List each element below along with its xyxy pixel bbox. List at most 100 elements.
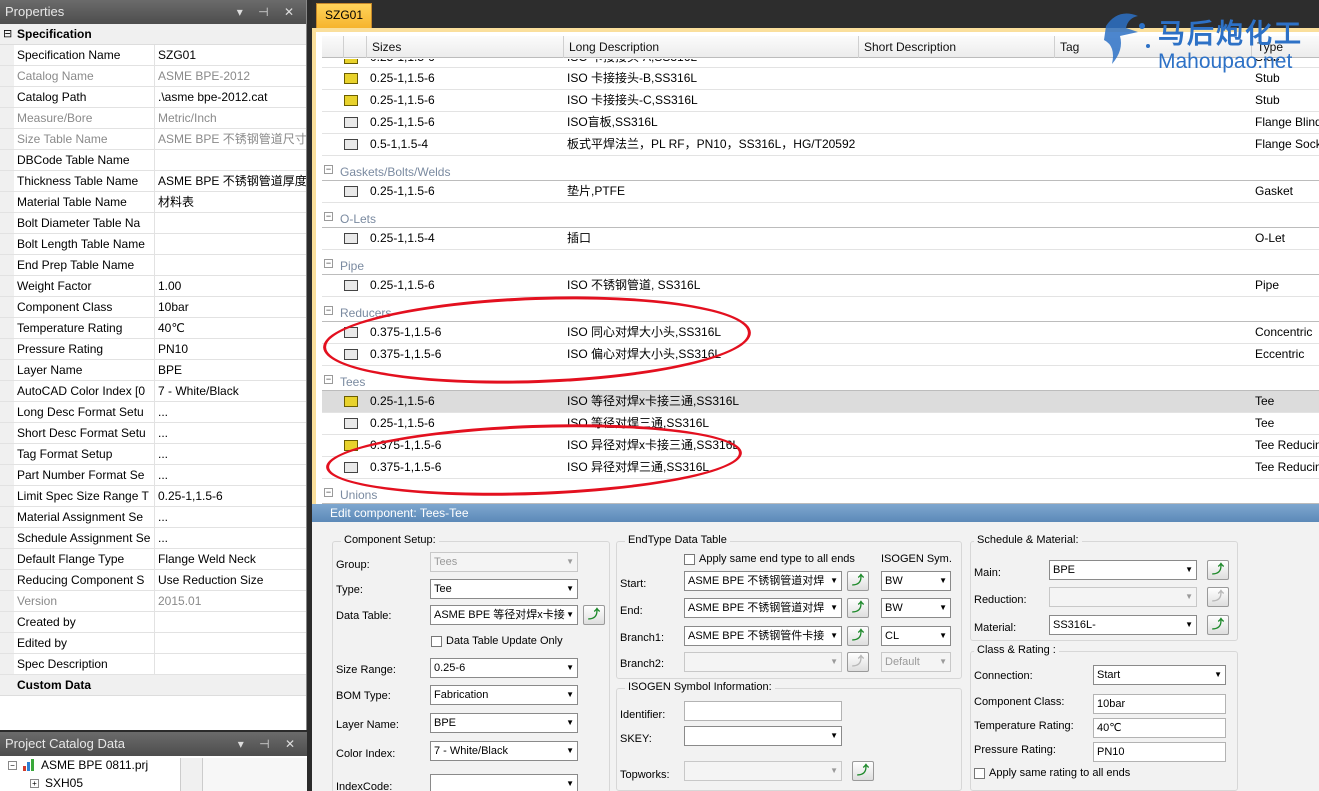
reduction-edit-button[interactable]: ⤴	[1207, 587, 1229, 607]
bom-type-select[interactable]: Fabrication ▼	[430, 685, 578, 705]
property-value[interactable]: 0.25-1,1.5-6	[155, 486, 306, 506]
header-check[interactable]	[322, 36, 344, 58]
property-row[interactable]: Schedule Assignment Se...	[0, 528, 306, 549]
expand-icon[interactable]: +	[30, 778, 39, 788]
property-value[interactable]: 2015.01	[155, 591, 306, 611]
group-header[interactable]: − Pipe	[322, 250, 1319, 275]
branch2-select[interactable]: ▼	[684, 652, 842, 672]
property-row[interactable]: Default Flange Type Flange Weld Neck	[0, 549, 306, 570]
group-header[interactable]: − Reducers	[322, 297, 1319, 322]
category-specification[interactable]: ⊟ Specification	[0, 24, 306, 45]
property-row[interactable]: Long Desc Format Setu...	[0, 402, 306, 423]
branch2-edit-button[interactable]: ⤴	[847, 652, 869, 672]
property-row[interactable]: Weight Factor 1.00	[0, 276, 306, 297]
property-row[interactable]: Short Desc Format Setu...	[0, 423, 306, 444]
tab-szg01[interactable]: SZG01	[316, 3, 372, 28]
table-row[interactable]: 0.25-1,1.5-6 ISO 等径对焊x卡接三通,SS316L Tee	[322, 391, 1319, 413]
property-row[interactable]: Catalog Name ASME BPE-2012	[0, 66, 306, 87]
topworks-select[interactable]: ▼	[684, 761, 842, 781]
property-row[interactable]: Specification Name SZG01	[0, 45, 306, 66]
property-value[interactable]: .\asme bpe-2012.cat	[155, 87, 306, 107]
property-value[interactable]: 7 - White/Black	[155, 381, 306, 401]
property-row[interactable]: Catalog Path .\asme bpe-2012.cat	[0, 87, 306, 108]
end-sym-select[interactable]: BW ▼	[881, 598, 951, 618]
property-value[interactable]: 材料表	[155, 192, 306, 212]
property-value[interactable]: ASME BPE 不锈钢管道尺寸	[155, 129, 306, 149]
property-value[interactable]: 40℃	[155, 318, 306, 338]
end-edit-button[interactable]: ⤴	[847, 598, 869, 618]
property-row[interactable]: AutoCAD Color Index [0 7 - White/Black	[0, 381, 306, 402]
reduction-select[interactable]: ▼	[1049, 587, 1197, 607]
type-select[interactable]: Tee ▼	[430, 579, 578, 599]
data-table-select[interactable]: ASME BPE 等径对焊x卡接 ▼	[430, 605, 578, 625]
end-select[interactable]: ASME BPE 不锈钢管道对焊 ▼	[684, 598, 842, 618]
header-sizes[interactable]: Sizes	[367, 36, 564, 58]
property-value[interactable]	[155, 633, 306, 653]
property-value[interactable]: BPE	[155, 360, 306, 380]
indexcode-select[interactable]: ▼	[430, 774, 578, 791]
material-select[interactable]: SS316L- ▼	[1049, 615, 1197, 635]
data-table-edit-button[interactable]: ⤴	[583, 605, 605, 625]
start-sym-select[interactable]: BW ▼	[881, 571, 951, 591]
header-long-description[interactable]: Long Description	[564, 36, 859, 58]
data-table-update-only-checkbox[interactable]	[431, 636, 442, 647]
property-row[interactable]: Material Assignment Se...	[0, 507, 306, 528]
property-row[interactable]: Layer Name BPE	[0, 360, 306, 381]
same-end-type-checkbox[interactable]	[684, 554, 695, 565]
skey-select[interactable]: ▼	[684, 726, 842, 746]
table-row[interactable]: 0.25-1,1.5-6 ISO 等径对焊三通,SS316L Tee	[322, 413, 1319, 435]
collapse-icon[interactable]: −	[324, 165, 333, 174]
property-value[interactable]: ASME BPE 不锈钢管道厚度	[155, 171, 306, 191]
header-short-description[interactable]: Short Description	[859, 36, 1055, 58]
property-value[interactable]	[155, 150, 306, 170]
property-value[interactable]: PN10	[155, 339, 306, 359]
property-value[interactable]: SZG01	[155, 45, 306, 65]
group-header[interactable]: − Unions	[322, 479, 1319, 504]
branch1-edit-button[interactable]: ⤴	[847, 626, 869, 646]
property-row[interactable]: Spec Description	[0, 654, 306, 675]
temperature-rating-input[interactable]: 40℃	[1093, 718, 1226, 738]
collapse-icon[interactable]: ⊟	[3, 24, 12, 45]
property-row[interactable]: Bolt Diameter Table Na	[0, 213, 306, 234]
branch1-select[interactable]: ASME BPE 不锈钢管件卡接 ▼	[684, 626, 842, 646]
property-row[interactable]: Edited by	[0, 633, 306, 654]
branch2-sym-select[interactable]: Default ▼	[881, 652, 951, 672]
property-value[interactable]: ...	[155, 423, 306, 443]
category-custom-data[interactable]: Custom Data	[0, 675, 306, 696]
group-header[interactable]: − Gaskets/Bolts/Welds	[322, 156, 1319, 181]
size-range-select[interactable]: 0.25-6 ▼	[430, 658, 578, 678]
property-value[interactable]	[155, 255, 306, 275]
property-value[interactable]: ...	[155, 465, 306, 485]
layer-name-select[interactable]: BPE ▼	[430, 713, 578, 733]
property-value[interactable]: ...	[155, 402, 306, 422]
property-row[interactable]: Part Number Format Se...	[0, 465, 306, 486]
property-value[interactable]: ...	[155, 444, 306, 464]
property-row[interactable]: DBCode Table Name	[0, 150, 306, 171]
start-edit-button[interactable]: ⤴	[847, 571, 869, 591]
collapse-icon[interactable]: −	[324, 212, 333, 221]
property-value[interactable]: Flange Weld Neck	[155, 549, 306, 569]
connection-select[interactable]: Start ▼	[1093, 665, 1226, 685]
table-row[interactable]: 0.25-1,1.5-4 插口 O-Let	[322, 228, 1319, 250]
property-value[interactable]: Use Reduction Size	[155, 570, 306, 590]
branch1-sym-select[interactable]: CL ▼	[881, 626, 951, 646]
table-row[interactable]: 0.375-1,1.5-6 ISO 偏心对焊大小头,SS316L Eccentric	[322, 344, 1319, 366]
property-value[interactable]	[155, 654, 306, 674]
main-select[interactable]: BPE ▼	[1049, 560, 1197, 580]
property-row[interactable]: Version 2015.01	[0, 591, 306, 612]
table-row[interactable]: 0.25-1,1.5-6 ISO盲板,SS316L Flange Blind	[322, 112, 1319, 134]
color-index-select[interactable]: 7 - White/Black ▼	[430, 741, 578, 761]
collapse-icon[interactable]: −	[324, 259, 333, 268]
main-edit-button[interactable]: ⤴	[1207, 560, 1229, 580]
header-icon[interactable]	[344, 36, 367, 58]
property-row[interactable]: Measure/Bore Metric/Inch	[0, 108, 306, 129]
start-select[interactable]: ASME BPE 不锈钢管道对焊 ▼	[684, 571, 842, 591]
scroll-area[interactable]	[180, 758, 202, 791]
group-header[interactable]: − O-Lets	[322, 203, 1319, 228]
group-select[interactable]: Tees ▼	[430, 552, 578, 572]
collapse-icon[interactable]: −	[324, 375, 333, 384]
component-class-input[interactable]: 10bar	[1093, 694, 1226, 714]
table-row[interactable]: 0.375-1,1.5-6 ISO 异径对焊三通,SS316L Tee Reduci…	[322, 457, 1319, 479]
identifier-input[interactable]	[684, 701, 842, 721]
table-row[interactable]: 0.25-1,1.5-6 ISO 不锈钢管道, SS316L Pipe	[322, 275, 1319, 297]
